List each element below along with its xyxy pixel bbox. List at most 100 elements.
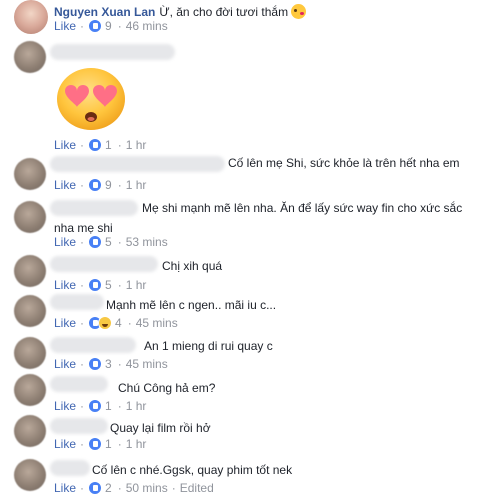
kiss-emoji-icon bbox=[291, 4, 307, 19]
timestamp[interactable]: 1 hr bbox=[126, 177, 147, 193]
like-button[interactable]: Like bbox=[54, 436, 76, 452]
like-button[interactable]: Like bbox=[54, 177, 76, 193]
comment-item: Mẹ shi mạnh mẽ lên nha. Ăn để lấy sức wa… bbox=[0, 196, 500, 252]
like-button[interactable]: Like bbox=[54, 137, 76, 153]
comment-item: Chị xih quá Like · 5 · 1 hr bbox=[0, 252, 500, 292]
separator: · bbox=[171, 481, 176, 495]
reactions[interactable] bbox=[88, 481, 103, 495]
commenter-name[interactable] bbox=[50, 418, 108, 434]
avatar[interactable] bbox=[14, 374, 46, 406]
like-button[interactable]: Like bbox=[54, 234, 76, 250]
comment-meta: Like · 1 · 1 hr bbox=[54, 137, 146, 153]
comment-meta: Like · 5 · 53 mins bbox=[54, 234, 168, 250]
comment-item: Quay lại film rồi hở Like · 1 · 1 hr bbox=[0, 414, 500, 454]
reaction-count[interactable]: 5 bbox=[105, 234, 112, 250]
reactions[interactable] bbox=[88, 178, 103, 192]
comment-item: An 1 mieng di rui quay c Like · 3 · 45 m… bbox=[0, 334, 500, 374]
comment-item: Nguyen Xuan Lan Ừ, ăn cho đời tươi thắm L… bbox=[0, 0, 500, 40]
reaction-count[interactable]: 9 bbox=[105, 177, 112, 193]
timestamp[interactable]: 1 hr bbox=[126, 436, 147, 452]
comment-meta: Like · 2 · 50 mins · Edited bbox=[54, 480, 214, 496]
separator: · bbox=[117, 235, 122, 249]
comment-item: Cố lên mẹ Shi, sức khỏe là trên hết nha … bbox=[0, 152, 500, 196]
timestamp[interactable]: 53 mins bbox=[126, 234, 168, 250]
reactions[interactable] bbox=[88, 235, 103, 249]
comment-body: Cố lên mẹ Shi, sức khỏe là trên hết nha … bbox=[228, 156, 460, 170]
avatar[interactable] bbox=[14, 295, 46, 327]
comment-body: Mạnh mẽ lên c ngen.. mãi iu c... bbox=[106, 298, 277, 312]
commenter-name[interactable] bbox=[50, 460, 90, 476]
separator: · bbox=[80, 235, 85, 249]
reactions[interactable] bbox=[88, 138, 103, 152]
comment-meta: Like · 1 · 1 hr bbox=[54, 436, 146, 452]
like-reaction-icon bbox=[88, 437, 103, 451]
commenter-name[interactable] bbox=[50, 156, 225, 172]
commenter-name[interactable] bbox=[50, 376, 108, 392]
avatar[interactable] bbox=[14, 201, 46, 233]
like-button[interactable]: Like bbox=[54, 398, 76, 414]
separator: · bbox=[117, 138, 122, 152]
avatar[interactable] bbox=[14, 415, 46, 447]
reaction-count[interactable]: 9 bbox=[105, 18, 112, 34]
timestamp[interactable]: 45 mins bbox=[126, 356, 168, 372]
reactions[interactable] bbox=[88, 437, 103, 451]
like-reaction-icon bbox=[88, 235, 103, 249]
separator: · bbox=[117, 19, 122, 33]
like-reaction-icon bbox=[88, 178, 103, 192]
commenter-name[interactable] bbox=[50, 44, 175, 60]
timestamp[interactable]: 46 mins bbox=[126, 18, 168, 34]
comment-item: Mạnh mẽ lên c ngen.. mãi iu c... Like · … bbox=[0, 290, 500, 332]
avatar[interactable] bbox=[14, 41, 46, 73]
separator: · bbox=[80, 357, 85, 371]
reactions[interactable] bbox=[88, 316, 113, 330]
like-reaction-icon bbox=[88, 19, 103, 33]
like-button[interactable]: Like bbox=[54, 18, 76, 34]
avatar[interactable] bbox=[14, 0, 48, 34]
separator: · bbox=[80, 481, 85, 495]
heart-eyes-sticker bbox=[57, 68, 125, 130]
comment-meta: Like · 4 · 45 mins bbox=[54, 315, 178, 331]
timestamp[interactable]: 1 hr bbox=[126, 137, 147, 153]
like-reaction-icon bbox=[88, 399, 103, 413]
comment-item: Cố lên c nhé.Ggsk, quay phim tốt nek Lik… bbox=[0, 456, 500, 502]
separator: · bbox=[80, 437, 85, 451]
reactions[interactable] bbox=[88, 357, 103, 371]
commenter-name[interactable] bbox=[50, 256, 158, 272]
reactions[interactable] bbox=[88, 19, 103, 33]
like-button[interactable]: Like bbox=[54, 315, 76, 331]
timestamp[interactable]: 45 mins bbox=[136, 315, 178, 331]
avatar[interactable] bbox=[14, 255, 46, 287]
avatar[interactable] bbox=[14, 158, 46, 190]
comment-body: Quay lại film rồi hở bbox=[110, 421, 211, 435]
reaction-count[interactable]: 2 bbox=[105, 480, 112, 496]
comment-body: Chú Công hả em? bbox=[118, 381, 216, 395]
comment-body: Chị xih quá bbox=[162, 259, 223, 273]
timestamp[interactable]: 1 hr bbox=[126, 398, 147, 414]
like-reaction-icon bbox=[88, 357, 103, 371]
commenter-name[interactable] bbox=[50, 200, 138, 216]
commenter-name[interactable] bbox=[50, 337, 136, 353]
separator: · bbox=[80, 178, 85, 192]
reaction-count[interactable]: 4 bbox=[115, 315, 122, 331]
commenter-name[interactable]: Nguyen Xuan Lan bbox=[54, 5, 155, 19]
comment-body: An 1 mieng di rui quay c bbox=[144, 339, 273, 353]
reaction-count[interactable]: 3 bbox=[105, 356, 112, 372]
avatar[interactable] bbox=[14, 459, 46, 491]
separator: · bbox=[80, 316, 85, 330]
avatar[interactable] bbox=[14, 337, 46, 369]
reaction-count[interactable]: 1 bbox=[105, 398, 112, 414]
timestamp[interactable]: 50 mins bbox=[126, 480, 168, 496]
separator: · bbox=[117, 178, 122, 192]
edited-label[interactable]: Edited bbox=[180, 480, 214, 496]
comment-body: Mẹ shi mạnh mẽ lên nha. Ăn để lấy sức wa… bbox=[142, 201, 463, 215]
comment-body: Ừ, ăn cho đời tươi thắm bbox=[159, 5, 289, 19]
like-button[interactable]: Like bbox=[54, 480, 76, 496]
comment-meta: Like · 1 · 1 hr bbox=[54, 398, 146, 414]
like-button[interactable]: Like bbox=[54, 356, 76, 372]
separator: · bbox=[117, 357, 122, 371]
commenter-name[interactable] bbox=[50, 294, 104, 310]
reaction-count[interactable]: 1 bbox=[105, 137, 112, 153]
reactions[interactable] bbox=[88, 399, 103, 413]
reaction-count[interactable]: 1 bbox=[105, 436, 112, 452]
separator: · bbox=[127, 316, 132, 330]
